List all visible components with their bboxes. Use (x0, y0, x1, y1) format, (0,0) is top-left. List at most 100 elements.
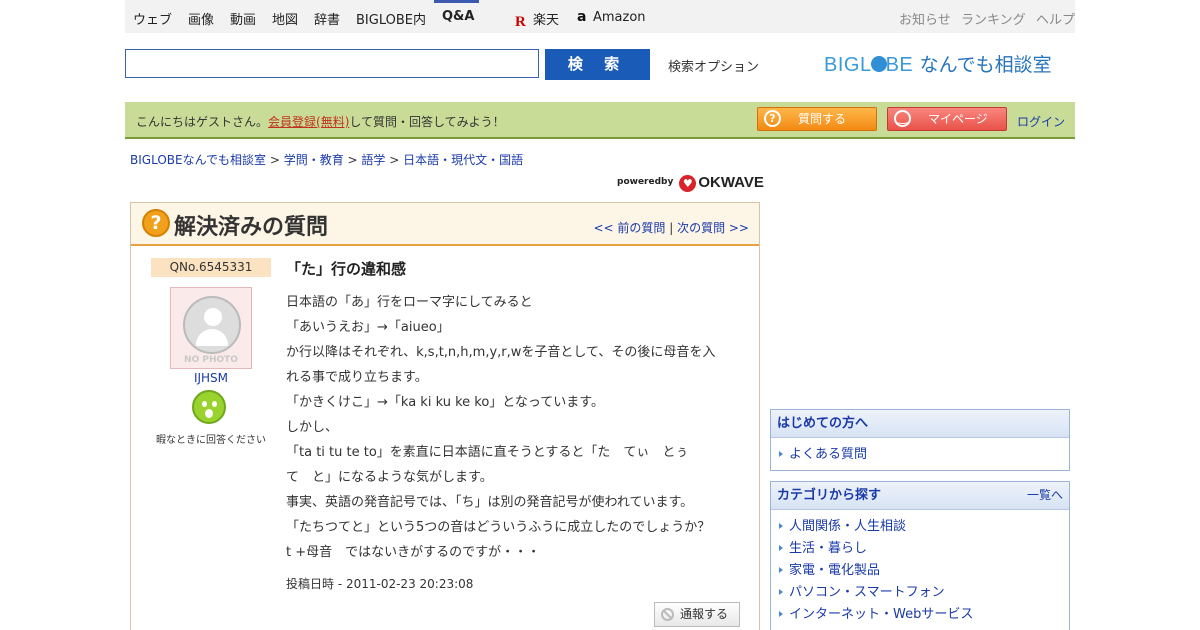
nav-videos[interactable]: 動画 (230, 9, 256, 28)
status-text: 暇なときに回答ください (156, 435, 266, 446)
avatar[interactable]: NO PHOTO (170, 287, 252, 369)
report-label: 通報する (680, 607, 729, 621)
body-line: しかし、 (286, 420, 339, 435)
post-date: 投稿日時 - 2011-02-23 20:23:08 (286, 577, 474, 591)
user-silhouette-icon (183, 296, 241, 354)
prev-question-link[interactable]: << 前の質問 (593, 221, 665, 235)
question-mark-icon: ? (764, 110, 781, 127)
nav-amazon-label: Amazon (593, 10, 646, 25)
greeting-after: して質問・回答してみよう！ (349, 115, 505, 129)
question-mark-icon: ? (142, 209, 170, 237)
body-line: t +母音 ではないきがするのですが・・・ (286, 545, 541, 560)
nav-amazon[interactable]: a Amazon (577, 9, 646, 25)
powered-by-label: poweredby (617, 177, 674, 187)
username-link[interactable]: IJHSM (151, 371, 271, 385)
body-line: 事実、英語の発音記号では、「ち」は別の発音記号が使われています。 (286, 495, 694, 510)
search-options-link[interactable]: 検索オプション (668, 56, 759, 75)
body-line: て と」になるような気がします。 (286, 470, 493, 485)
logo-subtitle: なんでも相談室 (919, 54, 1052, 76)
category-item[interactable]: パソコン・スマートフォン (779, 582, 1069, 604)
category-label: 家電・電化製品 (789, 563, 881, 578)
first-time-box: はじめての方へ よくある質問 (770, 409, 1070, 471)
question-title: 「た」行の違和感 (286, 260, 407, 278)
category-label: 人間関係・人生相談 (789, 519, 907, 534)
nav-dictionary[interactable]: 辞書 (314, 9, 340, 28)
prohibited-icon (661, 608, 674, 621)
nav-images[interactable]: 画像 (188, 9, 214, 28)
rakuten-icon: R (515, 14, 526, 30)
breadcrumb-academics[interactable]: 学問・教育 (284, 153, 344, 167)
powered-by-okwave[interactable]: poweredby ♥ OKWAVE (617, 174, 764, 192)
faq-label: よくある質問 (789, 447, 868, 462)
breadcrumb-home[interactable]: BIGLOBEなんでも相談室 (130, 153, 266, 167)
mypage-button[interactable]: ‿ マイページ (887, 107, 1007, 131)
nav-news[interactable]: お知らせ (899, 9, 951, 28)
body-line: か行以降はそれぞれ、k,s,t,n,h,m,y,r,wを子音として、その後に母音… (286, 345, 716, 360)
category-label: パソコン・スマートフォン (789, 585, 945, 600)
category-label: インターネット・Webサービス (789, 607, 974, 622)
faq-link[interactable]: よくある質問 (779, 444, 1069, 466)
question-status-title: 解決済みの質問 (174, 215, 329, 240)
arrow-right-icon (779, 545, 783, 551)
arrow-right-icon (779, 567, 783, 573)
logo-brand-pre: BIGL (824, 54, 872, 76)
body-line: 「たちつてと」という5つの音はどういうふうに成立したのでしょうか？ (286, 520, 711, 535)
nav-qa[interactable]: Q&A (442, 9, 474, 24)
logo-brand-post: BE (885, 54, 914, 76)
question-number: QNo.6545331 (151, 258, 271, 277)
breadcrumb-languages[interactable]: 語学 (361, 153, 385, 167)
greeting-before: こんにちはゲストさん。 (136, 115, 269, 129)
arrow-right-icon (779, 451, 783, 457)
question-header: ? 解決済みの質問 << 前の質問 | 次の質問 >> (131, 203, 759, 246)
category-item[interactable]: 家電・電化製品 (779, 560, 1069, 582)
report-button[interactable]: 通報する (654, 602, 740, 627)
amazon-icon: a (577, 9, 587, 25)
greeting-text: こんにちはゲストさん。会員登録(無料)して質問・回答してみよう！ (136, 113, 505, 130)
breadcrumb-japanese[interactable]: 日本語・現代文・国語 (403, 153, 523, 167)
nav-biglobe[interactable]: BIGLOBE内 (356, 9, 426, 28)
category-heading: カテゴリから探す 一覧へ (771, 482, 1069, 510)
category-item[interactable]: 人間関係・人生相談 (779, 516, 1069, 538)
arrow-right-icon (779, 589, 783, 595)
logo-o-icon (870, 56, 887, 72)
register-link[interactable]: 会員登録(無料) (268, 115, 349, 129)
ask-question-label: 質問する (798, 112, 847, 126)
nav-rakuten[interactable]: R 楽天 (515, 9, 559, 30)
category-label: 生活・暮らし (789, 541, 868, 556)
top-nav: ウェブ 画像 動画 地図 辞書 BIGLOBE内 Q&A R 楽天 a Amazon… (125, 0, 1075, 33)
status-face-icon (192, 390, 226, 424)
breadcrumb: BIGLOBEなんでも相談室 > 学問・教育 > 語学 > 日本語・現代文・国語 (130, 153, 524, 167)
category-list-link[interactable]: 一覧へ (1027, 482, 1063, 509)
category-item[interactable]: インターネット・Webサービス (779, 604, 1069, 626)
question-panel: ? 解決済みの質問 << 前の質問 | 次の質問 >> QNo.6545331 … (130, 202, 760, 630)
body-line: 「かきくけこ」→「ka ki ku ke ko」となっています。 (286, 395, 604, 410)
arrow-right-icon (779, 611, 783, 617)
login-link[interactable]: ログイン (1017, 113, 1065, 130)
mypage-label: マイページ (928, 112, 988, 126)
nav-help[interactable]: ヘルプ (1036, 9, 1075, 28)
first-time-heading: はじめての方へ (771, 410, 1069, 438)
question-nav: << 前の質問 | 次の質問 >> (593, 221, 749, 235)
nav-ranking[interactable]: ランキング (961, 9, 1026, 28)
next-question-link[interactable]: 次の質問 >> (677, 221, 749, 235)
site-logo[interactable]: BIGL BE なんでも相談室 (824, 50, 1052, 76)
okwave-heart-icon: ♥ (679, 175, 697, 192)
no-photo-label: NO PHOTO (184, 355, 238, 365)
search-button[interactable]: 検 索 (545, 49, 650, 80)
category-item[interactable]: 生活・暮らし (779, 538, 1069, 560)
nav-rakuten-label: 楽天 (533, 13, 560, 28)
body-line: れる事で成り立ちます。 (286, 370, 428, 385)
category-heading-label: カテゴリから探す (777, 488, 882, 503)
arrow-right-icon (779, 523, 783, 529)
body-line: 日本語の「あ」行をローマ字にしてみると (286, 295, 533, 310)
search-input[interactable] (125, 49, 539, 78)
body-line: 「ta ti tu te to」を素直に日本語に直そうとすると「た てぃ とぅ (286, 445, 689, 460)
ask-question-button[interactable]: ? 質問する (757, 107, 877, 131)
nav-web[interactable]: ウェブ (133, 9, 172, 28)
nav-maps[interactable]: 地図 (272, 9, 298, 28)
okwave-logo-text: OKWAVE (698, 174, 764, 191)
greeting-bar: こんにちはゲストさん。会員登録(無料)して質問・回答してみよう！ ? 質問する … (125, 102, 1075, 139)
active-tab-indicator (434, 0, 479, 3)
smiley-icon: ‿ (894, 110, 911, 127)
question-body: 日本語の「あ」行をローマ字にしてみると 「あいうえお」→「aiueo」 か行以降… (286, 290, 746, 565)
